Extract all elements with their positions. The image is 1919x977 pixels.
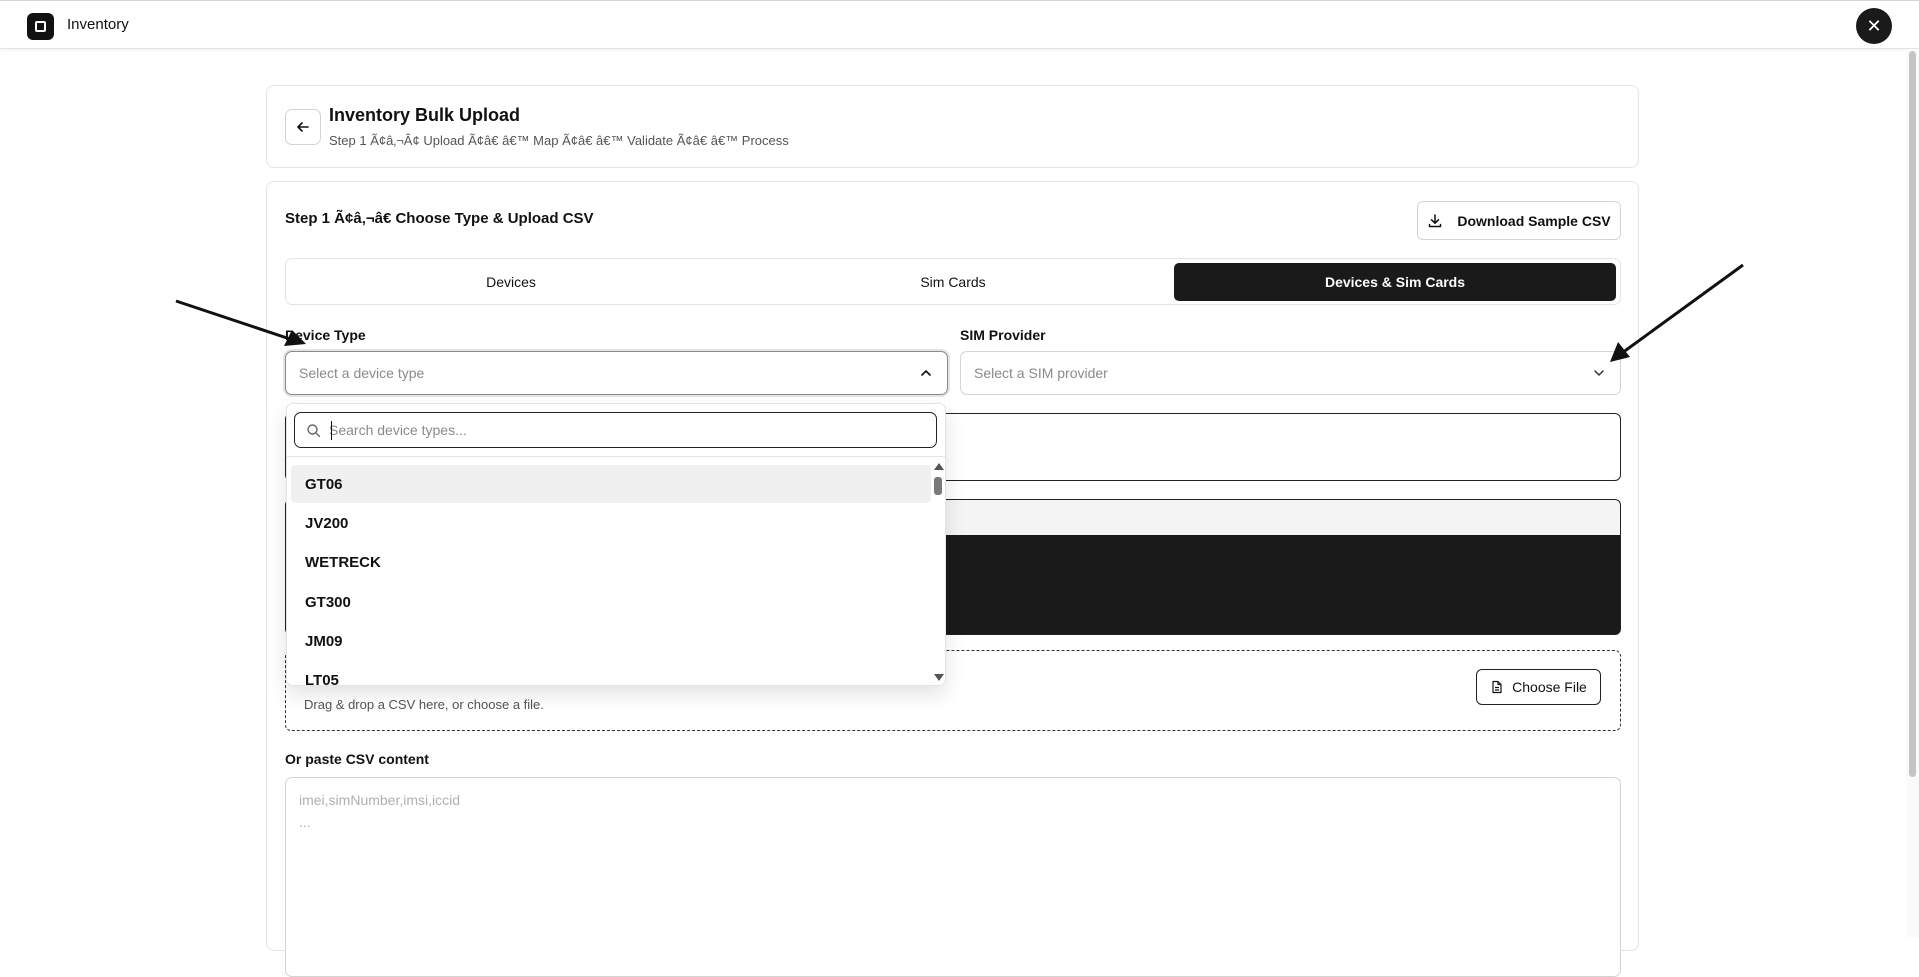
step-title: Step 1 Ã¢â‚¬â€ Choose Type & Upload CSV	[285, 210, 594, 227]
device-type-placeholder: Select a device type	[299, 365, 425, 381]
device-type-dropdown: GT06 JV200 WETRECK GT300 JM09 LT05	[286, 403, 946, 686]
page-subtitle: Step 1 Ã¢â‚¬Â¢ Upload Ã¢â€ â€™ Map Ã¢â€ …	[329, 133, 789, 148]
option-jm09[interactable]: JM09	[291, 622, 931, 660]
choose-file-button[interactable]: Choose File	[1476, 669, 1601, 705]
tab-devices[interactable]: Devices	[290, 263, 732, 301]
arrow-left-icon	[297, 122, 309, 132]
paste-placeholder-line1: imei,simNumber,imsi,iccid	[299, 792, 461, 808]
device-type-label: Device Type	[285, 327, 366, 343]
download-icon	[1429, 213, 1442, 227]
dropzone-hint: Drag & drop a CSV here, or choose a file…	[304, 697, 544, 712]
scroll-down-icon[interactable]	[934, 674, 944, 681]
tab-sim-cards[interactable]: Sim Cards	[732, 263, 1174, 301]
dropdown-scrollbar[interactable]	[931, 461, 945, 685]
option-lt05[interactable]: LT05	[291, 661, 931, 686]
close-icon: ✕	[1866, 16, 1882, 36]
dropdown-divider	[287, 456, 945, 457]
chevron-up-icon	[921, 370, 931, 376]
option-gt300[interactable]: GT300	[291, 583, 931, 621]
device-type-select[interactable]: Select a device type	[285, 351, 948, 395]
page-title: Inventory Bulk Upload	[329, 105, 521, 125]
page-scrollbar[interactable]	[1906, 49, 1919, 937]
download-sample-button[interactable]: Download Sample CSV	[1417, 201, 1621, 240]
device-type-search-input[interactable]	[329, 419, 919, 441]
search-icon	[307, 424, 321, 438]
top-bar: Inventory ✕	[0, 0, 1919, 49]
choose-file-label: Choose File	[1512, 679, 1587, 695]
device-type-options: GT06 JV200 WETRECK GT300 JM09 LT05	[291, 461, 931, 686]
file-icon	[1492, 680, 1502, 694]
download-sample-label: Download Sample CSV	[1457, 212, 1611, 229]
option-wetreck[interactable]: WETRECK	[291, 543, 931, 581]
option-gt06[interactable]: GT06	[291, 465, 931, 503]
app-logo-icon	[27, 13, 54, 40]
sim-provider-select[interactable]: Select a SIM provider	[960, 351, 1621, 395]
chevron-down-icon	[1594, 370, 1604, 376]
sim-provider-label: SIM Provider	[960, 327, 1046, 343]
paste-csv-label: Or paste CSV content	[285, 751, 429, 767]
tab-devices-and-sim-cards[interactable]: Devices & Sim Cards	[1174, 263, 1616, 301]
title-card: Inventory Bulk Upload Step 1 Ã¢â‚¬Â¢ Upl…	[266, 85, 1639, 168]
sim-provider-placeholder: Select a SIM provider	[974, 365, 1108, 381]
paste-csv-textarea[interactable]: imei,simNumber,imsi,iccid ...	[285, 777, 1621, 977]
page-scrollbar-thumb[interactable]	[1909, 51, 1916, 777]
dropdown-scrollbar-thumb[interactable]	[934, 477, 942, 495]
back-button[interactable]	[285, 109, 321, 145]
option-jv200[interactable]: JV200	[291, 504, 931, 542]
scroll-up-icon[interactable]	[934, 463, 944, 470]
device-type-search[interactable]	[294, 412, 937, 448]
app-title: Inventory	[67, 16, 129, 33]
text-caret	[331, 421, 332, 440]
paste-placeholder-line2: ...	[299, 814, 311, 830]
close-button[interactable]: ✕	[1856, 8, 1892, 44]
type-tabs: Devices Sim Cards Devices & Sim Cards	[285, 258, 1621, 305]
